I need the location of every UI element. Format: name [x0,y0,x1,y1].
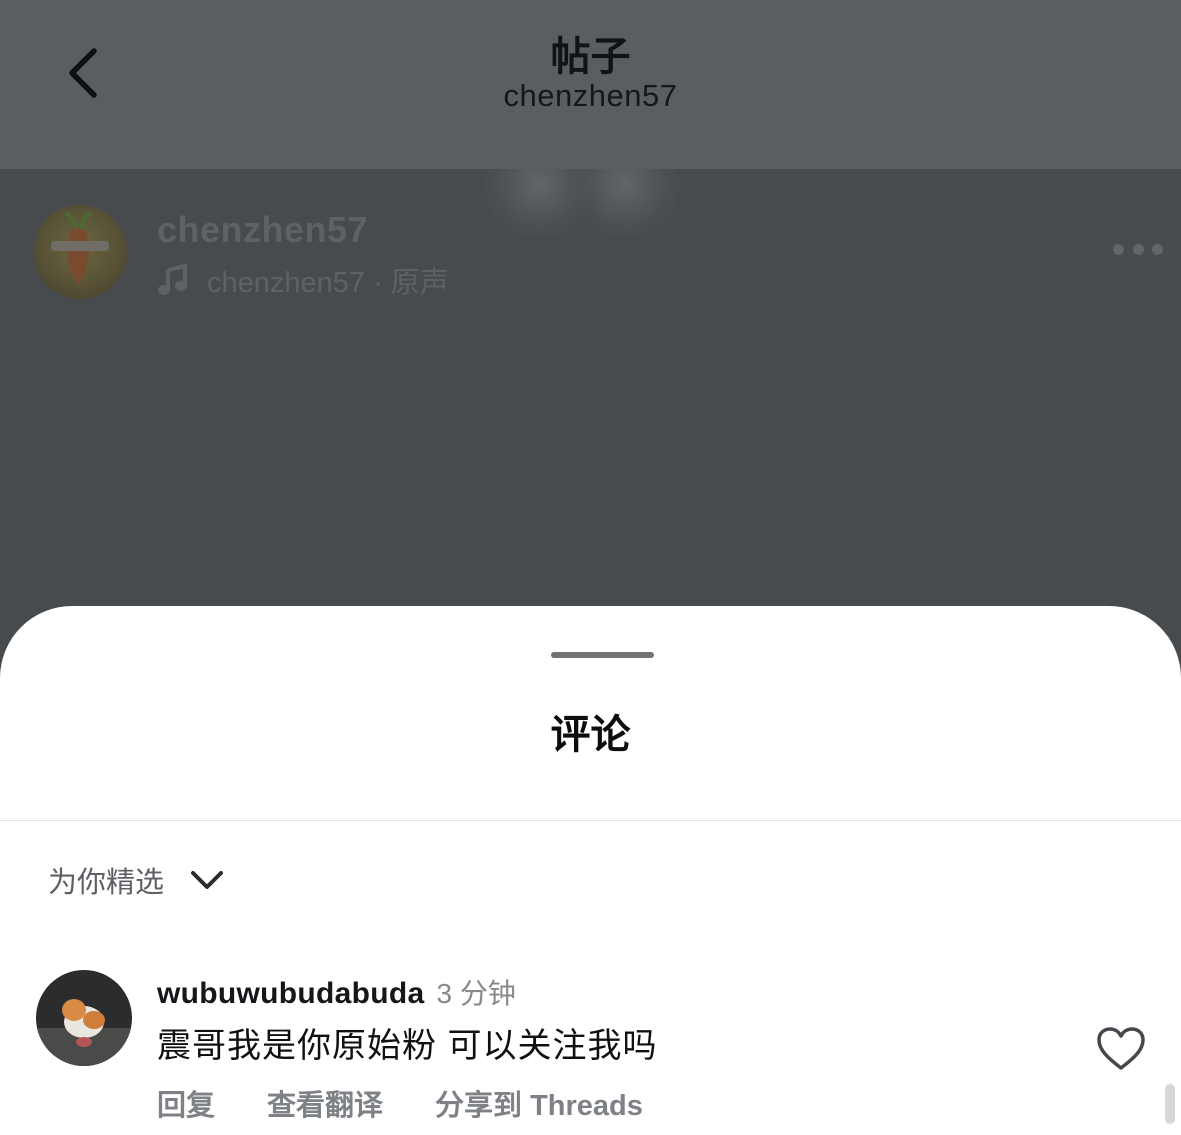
comment-sort-dropdown[interactable]: 为你精选 [48,860,224,900]
translate-button[interactable]: 查看翻译 [267,1082,383,1124]
avatar-image [36,970,132,1066]
top-bar: 帖子 chenzhen57 [0,0,1181,169]
comments-sheet: 评论 为你精选 wubuwubudabuda 3 分钟 震哥我是你原始粉 可以关… [0,606,1181,1135]
more-horizontal-icon [1132,243,1144,255]
music-note-icon [158,264,187,295]
commenter-username[interactable]: wubuwubudabuda [157,977,425,1011]
comment-text: 震哥我是你原始粉 可以关注我吗 [157,1027,658,1065]
avatar-image [51,211,109,285]
like-button[interactable] [1096,1026,1146,1072]
heart-outline-icon [1097,1027,1145,1070]
background-glow [570,169,680,239]
comment-header: wubuwubudabuda 3 分钟 [157,972,516,1012]
sort-label: 为你精选 [48,867,165,899]
comment-actions: 回复 查看翻译 分享到 Threads [157,1082,643,1124]
sheet-drag-handle[interactable] [551,652,654,658]
audio-link[interactable]: chenzhen57 · 原声 [157,259,449,301]
reply-button[interactable]: 回复 [157,1082,215,1124]
scrollbar[interactable] [1165,1084,1175,1124]
sheet-title: 评论 [550,713,631,757]
post-username[interactable]: chenzhen57 [157,209,368,251]
divider [0,820,1181,821]
more-horizontal-icon [1152,243,1163,255]
audio-label: chenzhen57 · 原声 [207,267,449,299]
more-horizontal-icon [1113,243,1124,255]
post-avatar[interactable] [33,205,127,299]
page-subtitle: chenzhen57 [503,78,678,113]
comment-timestamp: 3 分钟 [436,978,516,1009]
chevron-down-icon [191,871,224,889]
more-options-button[interactable] [1113,241,1163,257]
page-title: 帖子 [550,35,631,79]
share-to-threads-button[interactable]: 分享到 Threads [435,1082,643,1124]
commenter-avatar[interactable] [36,970,132,1066]
